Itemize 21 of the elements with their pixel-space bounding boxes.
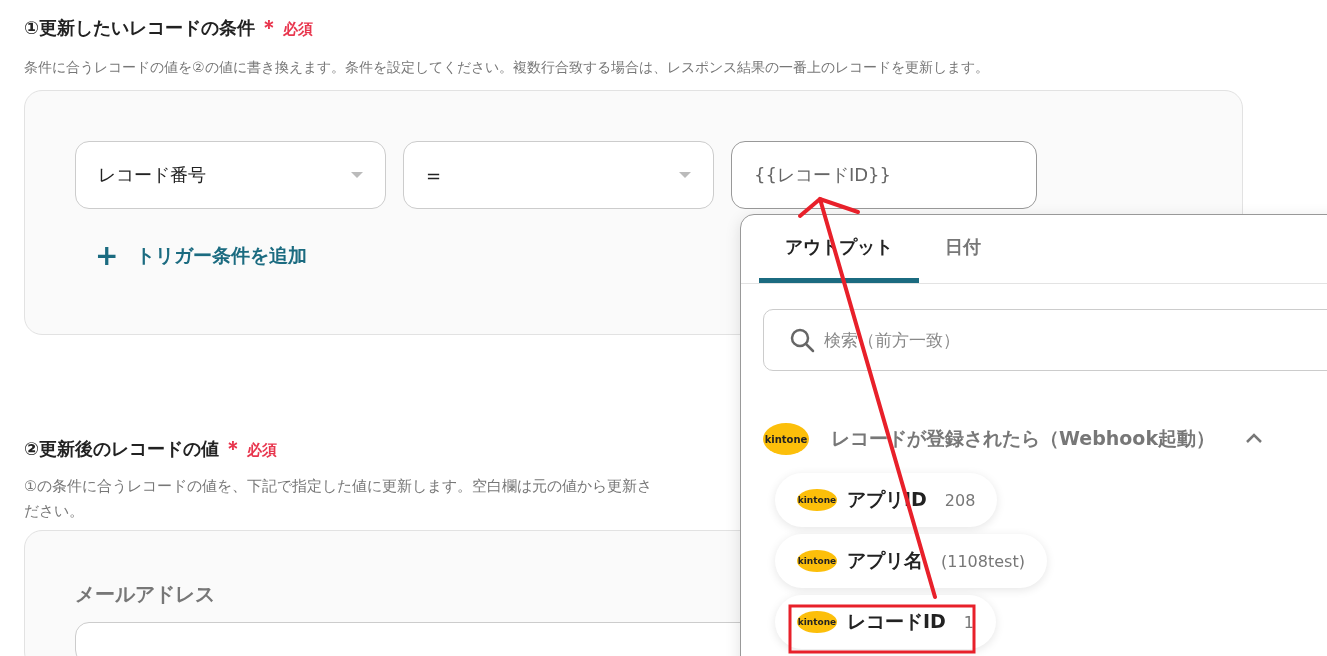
section-title: ②更新後のレコードの値	[24, 437, 220, 461]
required-label: ＊ 必須	[259, 14, 314, 41]
search-field[interactable]: 検索（前方一致）	[763, 309, 1327, 371]
field-label: メールアドレス	[75, 581, 216, 608]
tab[interactable]: 日付	[919, 215, 1007, 283]
section-description: ださい。	[24, 502, 85, 521]
kintone-logo-icon: kintone	[797, 550, 837, 572]
required-label: ＊ 必須	[223, 435, 278, 462]
section-title: ①更新したいレコードの条件	[24, 16, 256, 40]
kintone-logo-icon: kintone	[763, 423, 809, 455]
group-title: レコードが登録されたら（Webhook起動）	[831, 426, 1216, 451]
section-description: ①の条件に合うレコードの値を、下記で指定した値に更新します。空白欄は元の値から更新さ	[24, 477, 653, 496]
operator-dropdown[interactable]: =	[403, 141, 714, 209]
kintone-logo-icon: kintone	[797, 489, 837, 511]
section-description: 条件に合うレコードの値を②の値に書き換えます。条件を設定してください。複数行合致する場合は、レスポンス結果の一番上のレコードを更新します。	[24, 58, 990, 77]
output-item[interactable]: kintone アプリ名 (1108test)	[775, 534, 1047, 588]
value-input-field[interactable]: {{レコードID}}	[731, 141, 1037, 209]
field-dropdown[interactable]: レコード番号	[75, 141, 386, 209]
search-icon	[789, 327, 815, 353]
add-condition-button[interactable]: + トリガー条件を追加	[95, 239, 308, 272]
kintone-logo-icon: kintone	[797, 611, 837, 633]
